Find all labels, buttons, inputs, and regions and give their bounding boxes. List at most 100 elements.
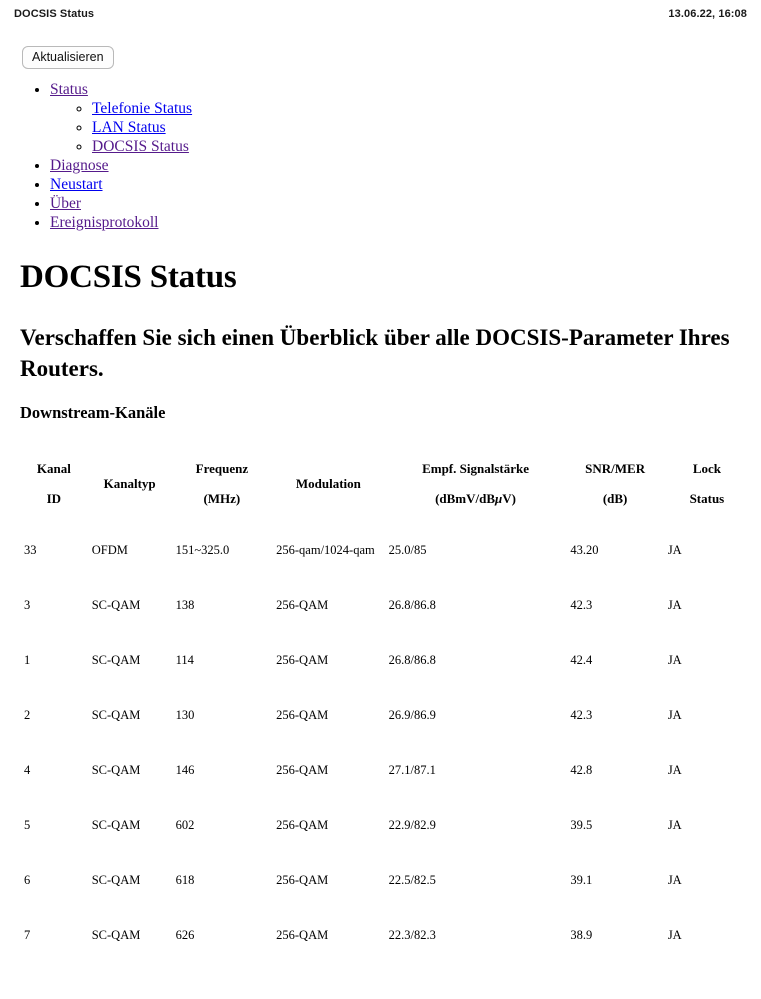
print-timestamp: 13.06.22, 16:08: [668, 8, 747, 20]
header-line-1: Empf. Signalstärke: [422, 461, 529, 476]
header-line-2: Status: [689, 491, 725, 506]
cell-kanal-id: 3: [24, 597, 31, 612]
header-line-2: (MHz): [203, 491, 241, 506]
document-title: DOCSIS Status: [14, 8, 95, 20]
header-line-1: Modulation: [295, 476, 361, 491]
cell-snr-mer: 42.4: [570, 652, 593, 667]
table-body: 33 OFDM 151~325.0 256-qam/1024-qam 25.0/85 43…: [20, 522, 750, 962]
refresh-button[interactable]: Aktualisieren: [22, 46, 114, 70]
cell-signalstaerke: 22.3/82.3: [388, 927, 436, 942]
main-navigation: Status Telefonie Status LAN Status DOCSI…: [0, 80, 500, 232]
cell-signalstaerke: 25.0/85: [388, 542, 427, 557]
cell-frequenz: 602: [175, 817, 195, 832]
nav-link-docsis-status[interactable]: DOCSIS Status: [92, 138, 189, 155]
cell-snr-mer: 42.3: [570, 707, 593, 722]
cell-modulation: 256-QAM: [276, 762, 329, 777]
cell-kanaltyp: SC-QAM: [91, 652, 141, 667]
cell-modulation: 256-QAM: [276, 872, 329, 887]
nav-item-ereignisprotokoll: Ereignisprotokoll: [50, 213, 500, 232]
nav-link-status[interactable]: Status: [50, 81, 88, 98]
cell-kanaltyp: SC-QAM: [91, 597, 141, 612]
cell-kanaltyp: SC-QAM: [91, 817, 141, 832]
cell-frequenz: 114: [175, 652, 194, 667]
cell-kanal-id: 33: [24, 542, 37, 557]
page-header-bar: DOCSIS Status 13.06.22, 16:08: [0, 0, 761, 28]
cell-kanaltyp: SC-QAM: [91, 707, 141, 722]
cell-lock-status: JA: [667, 707, 682, 722]
page-subtitle: Verschaffen Sie sich einen Überblick übe…: [20, 325, 730, 381]
cell-snr-mer: 43.20: [570, 542, 599, 557]
cell-lock-status: JA: [667, 762, 682, 777]
cell-kanal-id: 7: [24, 927, 31, 942]
table-row: 7 SC-QAM 626 256-QAM 22.3/82.3 38.9 JA: [20, 907, 750, 962]
nav-item-neustart: Neustart: [50, 175, 500, 194]
header-unit-prefix: (dBmV/dB: [435, 491, 496, 506]
cell-frequenz: 138: [175, 597, 195, 612]
cell-modulation: 256-QAM: [276, 652, 329, 667]
cell-lock-status: JA: [667, 927, 682, 942]
cell-signalstaerke: 26.8/86.8: [388, 652, 436, 667]
nav-item-telefonie-status: Telefonie Status: [92, 99, 500, 118]
cell-modulation: 256-QAM: [276, 597, 329, 612]
cell-frequenz: 130: [175, 707, 195, 722]
cell-snr-mer: 42.8: [570, 762, 593, 777]
cell-frequenz: 146: [175, 762, 195, 777]
cell-modulation: 256-QAM: [276, 707, 329, 722]
column-header-snr-mer: SNR/MER (dB): [566, 448, 663, 522]
column-header-frequenz: Frequenz (MHz): [172, 448, 273, 522]
column-header-lock-status: Lock Status: [664, 448, 750, 522]
nav-item-ueber: Über: [50, 194, 500, 213]
cell-frequenz: 626: [175, 927, 195, 942]
table-row: 5 SC-QAM 602 256-QAM 22.9/82.9 39.5 JA: [20, 797, 750, 852]
column-header-modulation: Modulation: [272, 448, 385, 522]
section-title-downstream: Downstream-Kanäle: [20, 403, 166, 422]
cell-snr-mer: 42.3: [570, 597, 593, 612]
cell-kanaltyp: SC-QAM: [91, 762, 141, 777]
table-row: 4 SC-QAM 146 256-QAM 27.1/87.1 42.8 JA: [20, 742, 750, 797]
nav-item-diagnose: Diagnose: [50, 156, 500, 175]
cell-kanal-id: 5: [24, 817, 31, 832]
cell-lock-status: JA: [667, 872, 682, 887]
nav-list: Status Telefonie Status LAN Status DOCSI…: [0, 80, 500, 232]
cell-kanaltyp: SC-QAM: [91, 872, 141, 887]
page-title: DOCSIS Status: [20, 259, 237, 295]
cell-lock-status: JA: [667, 652, 682, 667]
header-line-2: (dBmV/dBμV): [389, 484, 563, 514]
downstream-channels-table: Kanal ID Kanaltyp Frequenz (MHz) Modulat…: [20, 448, 750, 962]
nav-link-diagnose[interactable]: Diagnose: [50, 157, 109, 174]
cell-signalstaerke: 27.1/87.1: [388, 762, 436, 777]
cell-kanaltyp: OFDM: [91, 542, 128, 557]
header-line-2: ID: [46, 491, 62, 506]
table-row: 1 SC-QAM 114 256-QAM 26.8/86.8 42.4 JA: [20, 632, 750, 687]
cell-signalstaerke: 26.9/86.9: [388, 707, 436, 722]
cell-kanal-id: 6: [24, 872, 31, 887]
cell-signalstaerke: 22.9/82.9: [388, 817, 436, 832]
table-row: 6 SC-QAM 618 256-QAM 22.5/82.5 39.1 JA: [20, 852, 750, 907]
cell-kanal-id: 1: [24, 652, 31, 667]
header-line-1: Lock: [692, 461, 721, 476]
toolbar: Aktualisieren: [22, 46, 114, 70]
cell-frequenz: 618: [175, 872, 195, 887]
nav-link-ueber[interactable]: Über: [50, 195, 81, 212]
nav-link-telefonie-status[interactable]: Telefonie Status: [92, 100, 192, 117]
cell-lock-status: JA: [667, 597, 682, 612]
header-line-1: Kanal: [36, 461, 71, 476]
cell-kanaltyp: SC-QAM: [91, 927, 141, 942]
nav-link-ereignisprotokoll[interactable]: Ereignisprotokoll: [50, 214, 159, 231]
cell-lock-status: JA: [667, 817, 682, 832]
cell-modulation: 256-QAM: [276, 817, 329, 832]
nav-item-status: Status Telefonie Status LAN Status DOCSI…: [50, 80, 500, 156]
nav-link-lan-status[interactable]: LAN Status: [92, 119, 166, 136]
column-header-kanaltyp: Kanaltyp: [88, 448, 172, 522]
cell-lock-status: JA: [667, 542, 682, 557]
cell-modulation: 256-qam/1024-qam: [276, 542, 375, 557]
cell-modulation: 256-QAM: [276, 927, 329, 942]
cell-snr-mer: 39.5: [570, 817, 593, 832]
header-unit-suffix: V): [502, 491, 516, 506]
nav-link-neustart[interactable]: Neustart: [50, 176, 103, 193]
cell-snr-mer: 38.9: [570, 927, 593, 942]
cell-frequenz: 151~325.0: [175, 542, 230, 557]
table-row: 2 SC-QAM 130 256-QAM 26.9/86.9 42.3 JA: [20, 687, 750, 742]
header-line-2: (dB): [602, 491, 628, 506]
table-head: Kanal ID Kanaltyp Frequenz (MHz) Modulat…: [20, 448, 750, 522]
